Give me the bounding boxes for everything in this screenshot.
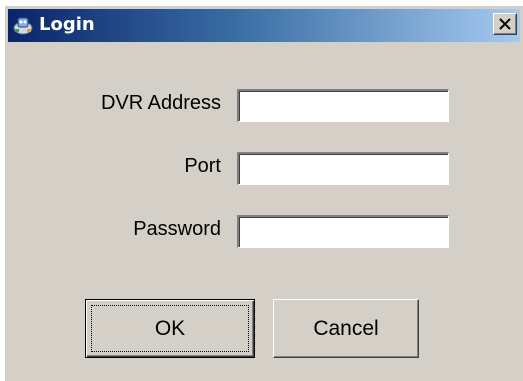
- cancel-button[interactable]: Cancel: [273, 299, 419, 358]
- port-label: Port: [184, 155, 221, 177]
- ok-button[interactable]: OK: [85, 299, 255, 358]
- focus-rectangle: [91, 305, 249, 352]
- login-dialog: Login DVR Address Port Password OK Cance…: [4, 5, 523, 381]
- password-input[interactable]: [237, 215, 449, 248]
- cancel-button-label: Cancel: [313, 316, 379, 340]
- dvr-address-input[interactable]: [237, 89, 449, 122]
- password-label: Password: [133, 218, 221, 240]
- window-title: Login: [39, 14, 95, 35]
- title-bar[interactable]: Login: [8, 9, 520, 42]
- port-input[interactable]: [237, 152, 449, 185]
- close-icon: [499, 18, 511, 30]
- dvr-address-label: DVR Address: [100, 92, 221, 114]
- close-button[interactable]: [493, 13, 517, 35]
- login-app-icon: [12, 14, 34, 36]
